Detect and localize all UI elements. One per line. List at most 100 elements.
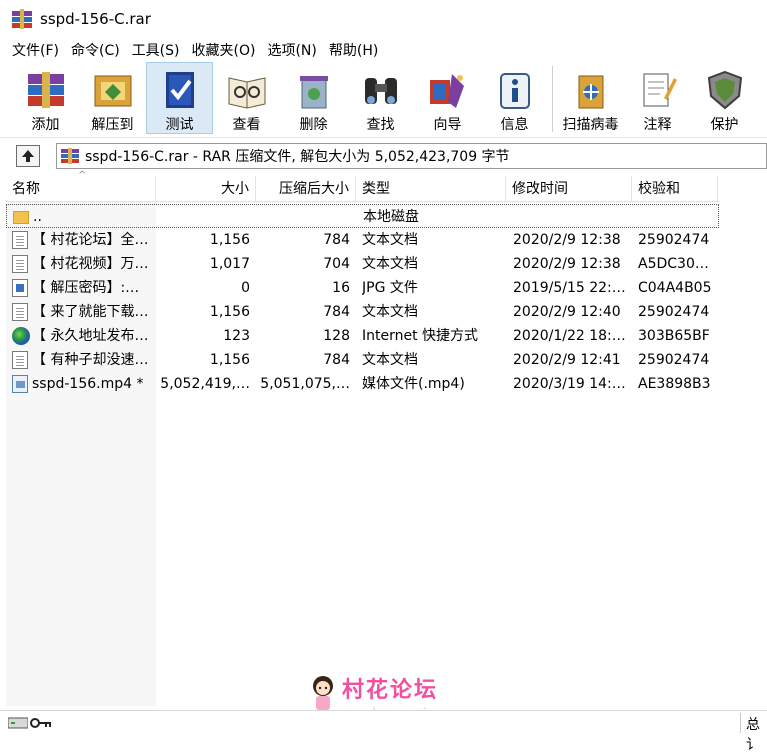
file-type: 本地磁盘 <box>363 209 419 225</box>
file-type: Internet 快捷方式 <box>362 328 479 344</box>
extract-to-button[interactable]: 解压到 <box>79 62 146 134</box>
comment-label: 注释 <box>643 117 672 133</box>
file-modified: 2019/5/15 22:… <box>513 280 626 296</box>
view-icon <box>222 67 272 112</box>
window-title: sspd-156-C.rar <box>40 10 151 28</box>
file-packed-size: 5,051,075,… <box>260 376 350 392</box>
find-icon <box>356 67 406 112</box>
find-button[interactable]: 查找 <box>347 62 414 134</box>
file-type: 文本文档 <box>362 352 418 368</box>
delete-icon <box>289 67 339 112</box>
column-header-modified[interactable]: 修改时间 <box>506 176 632 202</box>
file-crc: A5DC30… <box>638 256 709 272</box>
menu-options[interactable]: 选项(N) <box>261 40 322 60</box>
jpg-file-icon <box>12 279 28 297</box>
file-size: 1,156 <box>209 232 250 248</box>
file-packed-size <box>257 205 351 229</box>
file-modified <box>514 205 633 229</box>
file-modified: 2020/2/9 12:38 <box>513 256 621 272</box>
file-crc <box>639 205 719 229</box>
watermark-title: 村花论坛 <box>342 678 439 703</box>
column-header-type[interactable]: 类型 <box>356 176 506 202</box>
column-header-crc[interactable]: 校验和 <box>632 176 718 202</box>
view-label: 查看 <box>232 117 261 133</box>
protect-icon <box>700 67 750 112</box>
info-icon <box>490 67 540 112</box>
path-field[interactable]: sspd-156-C.rar - RAR 压缩文件, 解包大小为 5,052,4… <box>55 143 767 169</box>
file-modified: 2020/3/19 14:… <box>513 376 626 392</box>
toolbar-separator <box>552 66 553 132</box>
test-button[interactable]: 测试 <box>146 62 213 134</box>
address-bar: sspd-156-C.rar - RAR 压缩文件, 解包大小为 5,052,4… <box>0 140 767 172</box>
column-header-size[interactable]: 大小 <box>156 176 256 202</box>
arrow-up-icon <box>21 150 34 162</box>
file-modified: 2020/1/22 18:… <box>513 328 626 344</box>
virus-scan-icon <box>566 67 616 112</box>
virus-scan-button[interactable]: 扫描病毒 <box>557 62 624 134</box>
file-type: 媒体文件(.mp4) <box>362 376 465 392</box>
path-text: sspd-156-C.rar - RAR 压缩文件, 解包大小为 5,052,4… <box>84 149 510 165</box>
file-packed-size: 704 <box>323 256 350 272</box>
file-row[interactable]: 【 解压密码】:… 0 16 JPG 文件 2019/5/15 22:… C04A4B05 <box>6 276 719 300</box>
column-header-packed[interactable]: 压缩后大小 <box>256 176 356 202</box>
wizard-button[interactable]: 向导 <box>414 62 481 134</box>
comment-button[interactable]: 注释 <box>624 62 691 134</box>
file-row[interactable]: 【 有种子却没速… 1,156 784 文本文档 2020/2/9 12:41 25902… <box>6 348 719 372</box>
file-packed-size: 16 <box>332 280 350 296</box>
file-row[interactable]: 【 村花视频】万… 1,017 704 文本文档 2020/2/9 12:38 A5DC3… <box>6 252 719 276</box>
folder-icon <box>13 211 29 224</box>
add-label: 添加 <box>31 117 60 133</box>
file-type: 文本文档 <box>362 232 418 248</box>
file-row[interactable]: sspd-156.mp4 * 5,052,419,… 5,051,075,… 媒体文件… <box>6 372 719 396</box>
delete-label: 删除 <box>299 117 328 133</box>
add-button[interactable]: 添加 <box>12 62 79 134</box>
menu-favorites[interactable]: 收藏夹(O) <box>186 40 262 60</box>
file-type: 文本文档 <box>362 304 418 320</box>
file-packed-size: 128 <box>323 328 350 344</box>
file-packed-size: 784 <box>323 352 350 368</box>
file-row[interactable]: 【 永久地址发布… 123 128 Internet 快捷方式 2020/1/22 18… <box>6 324 719 348</box>
file-size: 1,156 <box>209 304 250 320</box>
file-row[interactable]: 【 村花论坛】全… 1,156 784 文本文档 2020/2/9 12:38 25902… <box>6 228 719 252</box>
file-packed-size: 784 <box>323 304 350 320</box>
file-row[interactable]: .. 本地磁盘 <box>6 204 719 228</box>
up-folder-button[interactable] <box>16 145 40 167</box>
file-crc: 25902474 <box>638 304 710 320</box>
info-label: 信息 <box>500 117 529 133</box>
delete-button[interactable]: 删除 <box>280 62 347 134</box>
file-type: 文本文档 <box>362 256 418 272</box>
comment-icon <box>633 67 683 112</box>
internet-shortcut-icon <box>12 327 30 345</box>
file-crc: 25902474 <box>638 352 710 368</box>
file-crc: C04A4B05 <box>638 280 712 296</box>
find-label: 查找 <box>366 117 395 133</box>
file-crc: AE3898B3 <box>638 376 711 392</box>
drive-icon[interactable] <box>8 717 28 729</box>
file-crc: 25902474 <box>638 232 710 248</box>
column-header-name[interactable]: 名称 <box>6 176 156 202</box>
file-modified: 2020/2/9 12:38 <box>513 232 621 248</box>
file-name: sspd-156.mp4 * <box>32 376 144 392</box>
file-size: 0 <box>241 280 250 296</box>
wizard-label: 向导 <box>433 117 462 133</box>
file-crc: 303B65BF <box>638 328 710 344</box>
text-document-icon <box>12 255 28 273</box>
menu-file[interactable]: 文件(F) <box>6 40 65 60</box>
file-name: 【 解压密码】:… <box>32 280 140 296</box>
menu-commands[interactable]: 命令(C) <box>65 40 126 60</box>
file-size <box>157 205 251 229</box>
title-bar: sspd-156-C.rar <box>0 0 767 38</box>
key-icon[interactable] <box>30 717 52 729</box>
file-name: 【 永久地址发布… <box>32 328 149 344</box>
info-button[interactable]: 信息 <box>481 62 548 134</box>
menu-help[interactable]: 帮助(H) <box>323 40 384 60</box>
status-bar: 总讠 <box>0 710 767 753</box>
file-row[interactable]: 【 来了就能下载… 1,156 784 文本文档 2020/2/9 12:40 25902… <box>6 300 719 324</box>
file-modified: 2020/2/9 12:41 <box>513 352 621 368</box>
view-button[interactable]: 查看 <box>213 62 280 134</box>
file-name: .. <box>33 209 42 225</box>
test-icon <box>155 68 205 112</box>
protect-button[interactable]: 保护 <box>691 62 758 134</box>
file-packed-size: 784 <box>323 232 350 248</box>
menu-tools[interactable]: 工具(S) <box>126 40 186 60</box>
